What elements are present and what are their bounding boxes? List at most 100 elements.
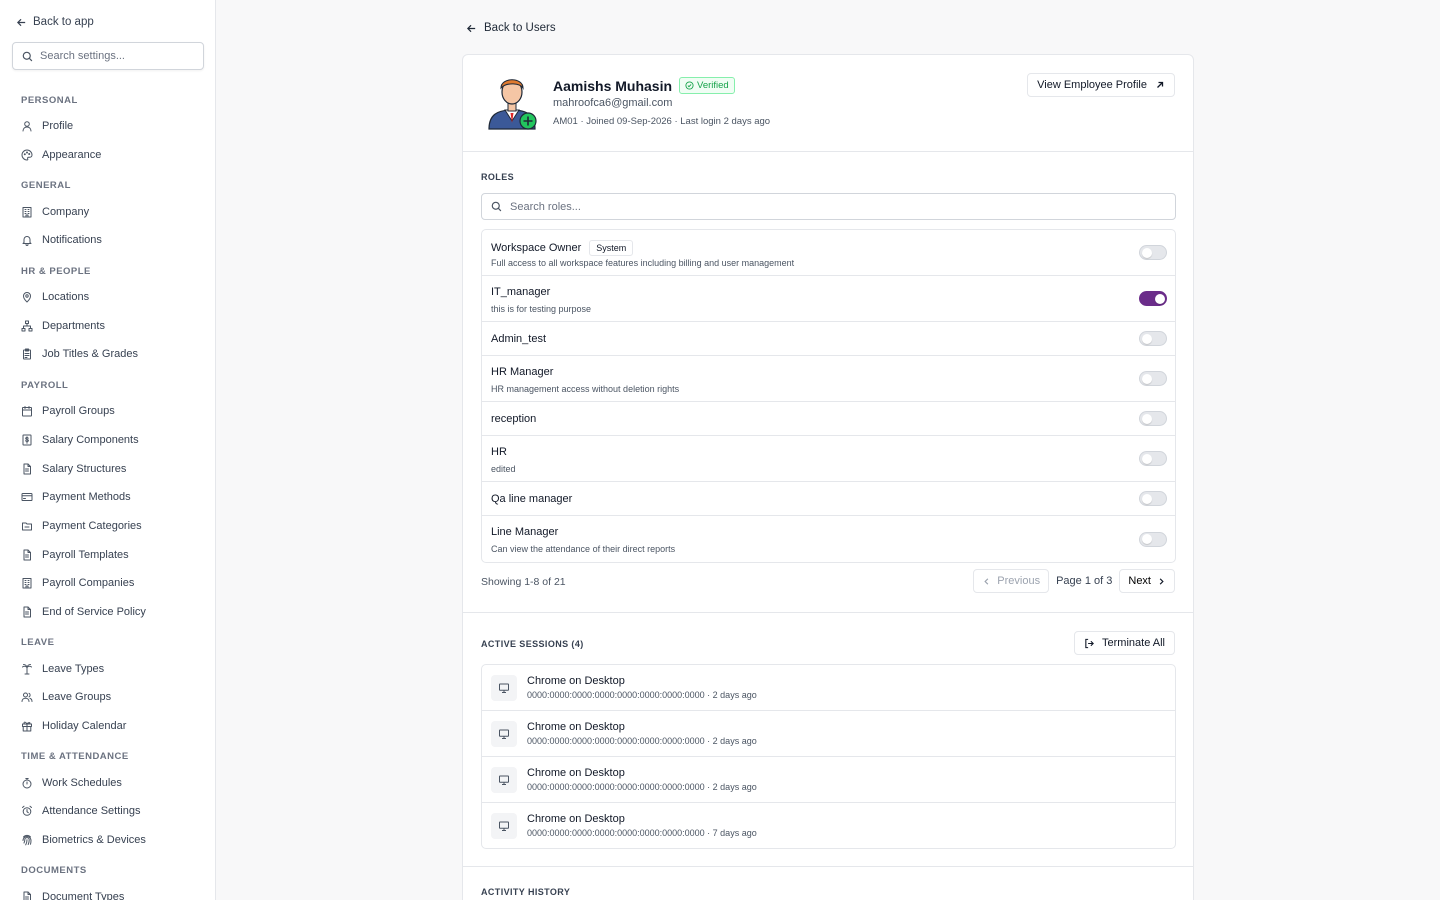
logout-icon (1085, 638, 1094, 648)
file-text-icon (23, 891, 31, 900)
arrow-left-icon (16, 18, 26, 26)
next-page-button[interactable]: Next (1119, 569, 1175, 593)
role-description: HR management access without deletion ri… (491, 384, 680, 394)
terminate-all-button[interactable]: Terminate All (1074, 631, 1175, 655)
settings-search-input[interactable] (40, 50, 190, 62)
session-row: Chrome on Desktop 0000:0000:0000:0000:000… (482, 803, 1175, 848)
dollar-file-icon (22, 434, 32, 446)
role-name: HR Manager (491, 366, 554, 378)
building-icon (22, 206, 32, 218)
device-icon-box (491, 721, 517, 747)
back-to-users-link[interactable]: Back to Users (466, 22, 556, 34)
roles-pagination: Previous Page 1 of 3 Next (973, 569, 1175, 593)
role-name-wrap: IT_manager (491, 286, 550, 298)
role-toggle[interactable] (1139, 531, 1167, 547)
sidebar-item-salary-components[interactable]: Salary Components (0, 426, 215, 455)
sidebar-item-leave-groups[interactable]: Leave Groups (0, 683, 215, 712)
view-employee-profile-button[interactable]: View Employee Profile (1027, 73, 1175, 97)
settings-search[interactable] (12, 42, 204, 70)
view-employee-profile-label: View Employee Profile (1037, 79, 1147, 91)
sidebar-item-label: Payment Categories (42, 519, 142, 532)
terminate-all-label: Terminate All (1102, 637, 1165, 649)
fingerprint-icon (22, 834, 32, 846)
sidebar-item-label: Payroll Companies (42, 577, 135, 590)
palette-icon (21, 149, 33, 161)
back-to-app-link[interactable]: Back to app (16, 16, 94, 28)
sidebar-item-payroll-companies[interactable]: Payroll Companies (0, 569, 215, 598)
role-toggle[interactable] (1139, 411, 1167, 426)
sidebar-item-payroll-groups[interactable]: Payroll Groups (0, 397, 215, 426)
role-name-wrap: HR (491, 446, 507, 458)
role-name-wrap: HR Manager (491, 366, 553, 378)
system-badge: System (589, 240, 634, 256)
sidebar-item-biometrics-devices[interactable]: Biometrics & Devices (0, 826, 215, 855)
user-name-row: Aamishs Muhasin Verified (553, 77, 735, 94)
sidebar-item-holiday-calendar[interactable]: Holiday Calendar (0, 712, 215, 741)
org-chart-icon (21, 320, 33, 332)
sidebar-item-label: Work Schedules (42, 776, 122, 789)
role-toggle[interactable] (1139, 491, 1167, 506)
back-to-app-label: Back to app (33, 16, 94, 28)
role-toggle[interactable] (1139, 245, 1167, 260)
sidebar-item-label: Salary Components (42, 433, 139, 446)
sidebar-item-notifications[interactable]: Notifications (0, 226, 215, 255)
role-toggle[interactable] (1139, 291, 1167, 306)
user-detail-card: Aamishs Muhasin Verified mahroofca6@gmai… (462, 54, 1194, 900)
role-toggle[interactable] (1139, 331, 1167, 346)
role-toggle[interactable] (1139, 451, 1167, 466)
sidebar-item-profile[interactable]: Profile (0, 112, 215, 141)
arrow-left-icon (466, 24, 476, 32)
roles-search[interactable] (481, 193, 1176, 220)
sidebar-item-label: Company (42, 205, 90, 218)
sidebar-item-departments[interactable]: Departments (0, 311, 215, 340)
credit-card-icon (21, 493, 33, 502)
sidebar-item-attendance-settings[interactable]: Attendance Settings (0, 797, 215, 826)
role-row: Qa line manager (482, 482, 1175, 516)
sidebar-item-end-of-service-policy[interactable]: End of Service Policy (0, 598, 215, 627)
user-icon (22, 121, 32, 132)
sidebar-item-label: Holiday Calendar (42, 720, 127, 733)
sidebar-item-label: Leave Types (42, 662, 105, 675)
monitor-icon (499, 729, 509, 739)
sidebar-item-label: Payment Methods (42, 491, 131, 504)
sidebar-item-label: Biometrics & Devices (42, 834, 146, 847)
chevron-left-icon (984, 577, 989, 585)
page-info: Page 1 of 3 (1056, 575, 1113, 587)
session-detail: 0000:0000:0000:0000:0000:0000:0000:0000 … (527, 690, 757, 700)
map-pin-icon (23, 292, 31, 303)
sidebar-item-document-types[interactable]: Document Types (0, 882, 215, 900)
sidebar-item-label: Payroll Groups (42, 405, 115, 418)
verified-badge: Verified (679, 77, 735, 94)
role-name: reception (491, 413, 537, 425)
sidebar-item-appearance[interactable]: Appearance (0, 141, 215, 170)
sidebar-item-payment-categories[interactable]: Payment Categories (0, 512, 215, 541)
role-toggle[interactable] (1139, 371, 1167, 386)
sidebar-item-label: Locations (42, 291, 90, 304)
user-name: Aamishs Muhasin (553, 77, 673, 94)
sidebar-item-locations[interactable]: Locations (0, 283, 215, 312)
previous-page-button[interactable]: Previous (973, 569, 1050, 593)
roles-list: Workspace Owner System Full access to all … (481, 229, 1176, 563)
sidebar-item-leave-types[interactable]: Leave Types (0, 654, 215, 683)
sidebar-item-salary-structures[interactable]: Salary Structures (0, 454, 215, 483)
role-row: Admin_test (482, 322, 1175, 356)
role-name: HR (491, 446, 507, 458)
role-row: HR Manager HR management access without d… (482, 356, 1175, 402)
role-name: Line Manager (491, 526, 559, 538)
role-row: Workspace Owner System Full access to all … (482, 230, 1175, 276)
session-title: Chrome on Desktop (527, 767, 625, 779)
folder-icon (22, 522, 32, 531)
roles-search-input[interactable] (510, 200, 1150, 213)
session-title: Chrome on Desktop (527, 675, 625, 687)
sidebar-item-payroll-templates[interactable]: Payroll Templates (0, 540, 215, 569)
session-row: Chrome on Desktop 0000:0000:0000:0000:000… (482, 757, 1175, 803)
sidebar-item-payment-methods[interactable]: Payment Methods (0, 483, 215, 512)
sidebar-item-company[interactable]: Company (0, 197, 215, 226)
session-row: Chrome on Desktop 0000:0000:0000:0000:000… (482, 665, 1175, 711)
roles-showing-count: Showing 1-8 of 21 (481, 576, 566, 588)
previous-label: Previous (997, 575, 1041, 587)
role-description: this is for testing purpose (491, 304, 592, 314)
sidebar-item-work-schedules[interactable]: Work Schedules (0, 768, 215, 797)
sidebar-item-job-titles-grades[interactable]: Job Titles & Grades (0, 340, 215, 369)
sessions-list: Chrome on Desktop 0000:0000:0000:0000:000… (481, 664, 1176, 849)
